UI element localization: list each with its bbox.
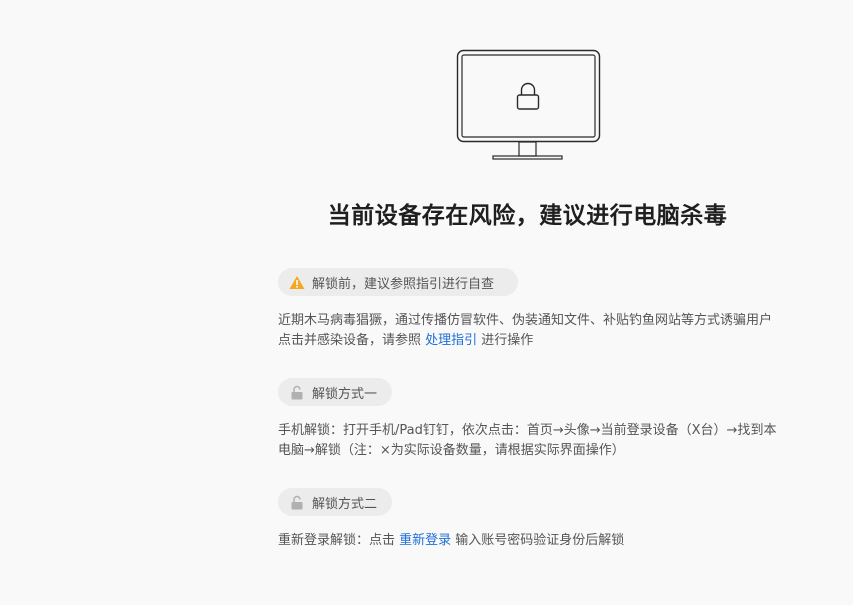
unlock-icon bbox=[288, 493, 306, 511]
unlock-icon bbox=[288, 383, 306, 401]
warning-icon bbox=[288, 273, 306, 291]
padlock-icon bbox=[516, 82, 540, 110]
relogin-link[interactable]: 重新登录 bbox=[399, 533, 451, 548]
page-title: 当前设备存在风险，建议进行电脑杀毒 bbox=[327, 203, 728, 229]
risk-page: 当前设备存在风险，建议进行电脑杀毒 解锁前，建议参照指引进行自查 近期木马病毒猖… bbox=[0, 0, 853, 605]
precheck-description: 近期木马病毒猖獗，通过传播仿冒软件、伪装通知文件、补贴钓鱼网站等方式诱骗用户点击… bbox=[278, 313, 773, 348]
method2-badge: 解锁方式二 bbox=[278, 488, 392, 516]
locked-monitor-icon bbox=[456, 49, 601, 160]
method1-description: 手机解锁：打开手机/Pad钉钉，依次点击：首页→头像→当前登录设备（X台）→找到… bbox=[278, 423, 777, 458]
precheck-label: 解锁前，建议参照指引进行自查 bbox=[312, 276, 495, 292]
method2-label: 解锁方式二 bbox=[312, 496, 378, 512]
method1-label: 解锁方式一 bbox=[312, 386, 378, 402]
precheck-badge: 解锁前，建议参照指引进行自查 bbox=[278, 268, 518, 296]
method2-description: 重新登录解锁：点击 重新登录 输入账号密码验证身份后解锁 bbox=[278, 533, 625, 548]
method1-badge: 解锁方式一 bbox=[278, 378, 392, 406]
guide-link[interactable]: 处理指引 bbox=[425, 333, 477, 348]
